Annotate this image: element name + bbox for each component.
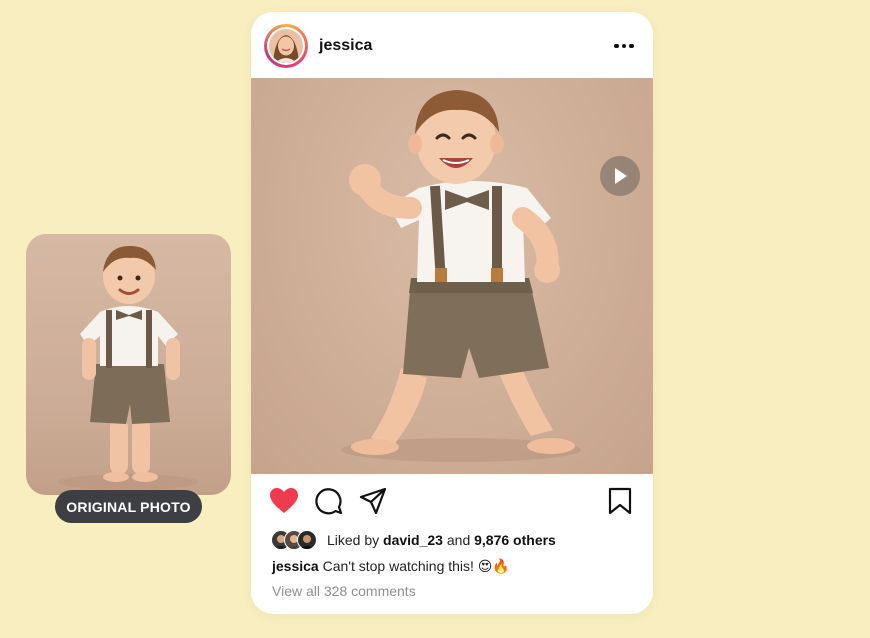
comment-icon[interactable] bbox=[315, 487, 343, 520]
more-icon[interactable] bbox=[613, 38, 635, 54]
share-icon[interactable] bbox=[359, 487, 387, 520]
bookmark-icon[interactable] bbox=[607, 487, 633, 520]
avatar[interactable] bbox=[264, 24, 308, 68]
original-photo bbox=[26, 234, 231, 495]
post-actions bbox=[251, 482, 653, 522]
view-comments-link[interactable]: View all 328 comments bbox=[272, 583, 416, 599]
post-username[interactable]: jessica bbox=[319, 37, 372, 55]
original-photo-image bbox=[58, 246, 198, 490]
post-image bbox=[341, 90, 581, 462]
liker-avatar bbox=[297, 530, 317, 550]
likes-row: Liked by david_23 and 9,876 others bbox=[271, 528, 556, 552]
post-media[interactable] bbox=[251, 78, 653, 474]
likes-others[interactable]: 9,876 others bbox=[474, 532, 556, 548]
likes-joiner: and bbox=[446, 532, 471, 548]
instagram-post: jessica Liked by david_23 and 9,876 othe… bbox=[251, 12, 653, 614]
likes-text: Liked by david_23 and 9,876 others bbox=[327, 532, 556, 548]
caption-username[interactable]: jessica bbox=[272, 558, 319, 574]
original-photo-badge: ORIGINAL PHOTO bbox=[55, 490, 202, 523]
caption-text: Can't stop watching this! 😍🔥 bbox=[322, 558, 510, 574]
likes-user[interactable]: david_23 bbox=[383, 532, 443, 548]
liker-avatars[interactable] bbox=[271, 530, 323, 550]
heart-icon[interactable] bbox=[269, 487, 299, 520]
play-icon[interactable] bbox=[600, 156, 640, 196]
likes-prefix: Liked by bbox=[327, 532, 380, 548]
post-header: jessica bbox=[251, 12, 653, 78]
post-caption: jessica Can't stop watching this! 😍🔥 bbox=[272, 558, 510, 575]
avatar-image bbox=[269, 29, 303, 63]
